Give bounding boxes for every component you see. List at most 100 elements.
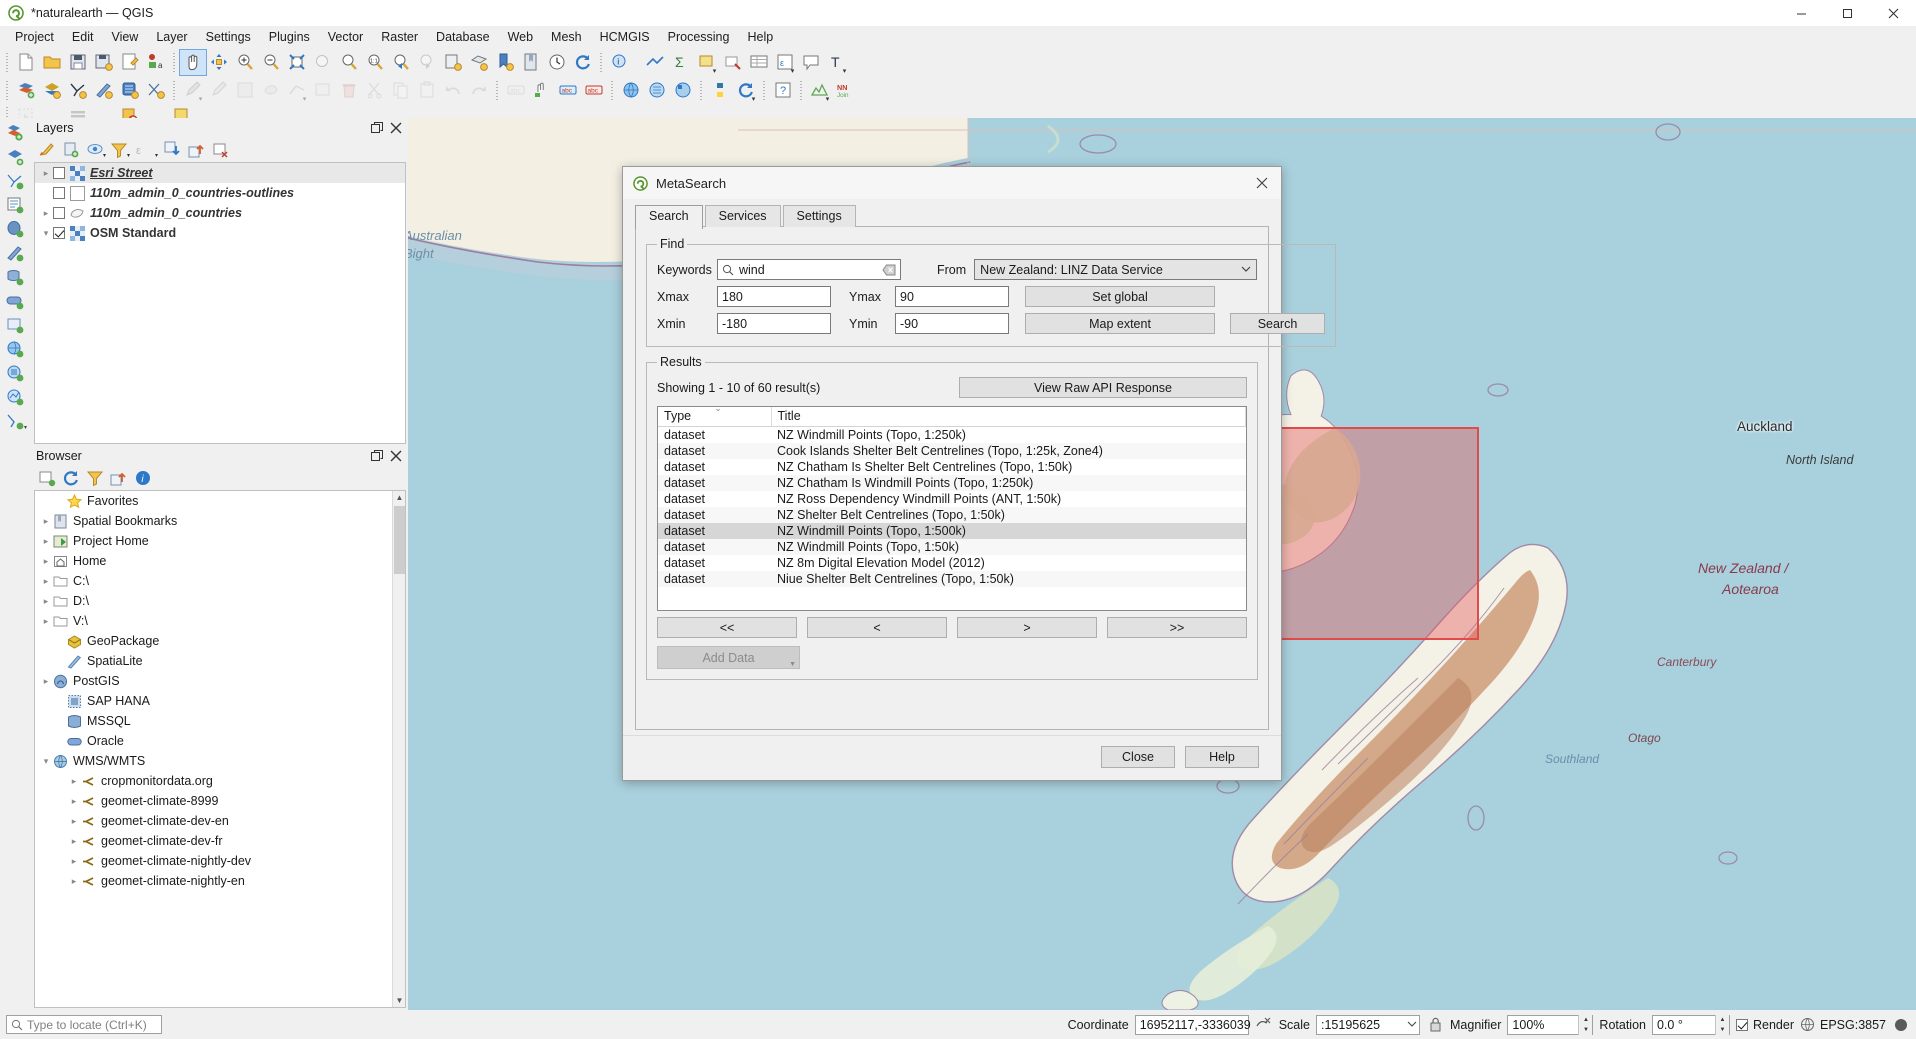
pan-map-button[interactable] bbox=[180, 50, 206, 75]
browser-panel-undock-button[interactable] bbox=[369, 448, 385, 464]
open-layer-styling-panel-button[interactable] bbox=[36, 140, 58, 161]
style-manager-button[interactable]: a bbox=[143, 50, 169, 75]
previous-page-button[interactable]: < bbox=[807, 617, 947, 638]
menu-project[interactable]: Project bbox=[6, 27, 63, 47]
pan-to-selection-button[interactable] bbox=[206, 50, 232, 75]
add-vector-layer-button[interactable] bbox=[13, 78, 39, 103]
measure-line-button[interactable] bbox=[642, 50, 668, 75]
menu-web[interactable]: Web bbox=[499, 27, 542, 47]
table-row[interactable]: datasetCook Islands Shelter Belt Centrel… bbox=[658, 443, 1246, 459]
modify-attributes-button[interactable] bbox=[310, 78, 336, 103]
add-group-button[interactable] bbox=[60, 140, 82, 161]
cut-features-button[interactable] bbox=[362, 78, 388, 103]
filter-legend-by-expression-button[interactable]: ε▾ bbox=[132, 140, 154, 161]
tab-services[interactable]: Services bbox=[705, 205, 781, 227]
expand-arrow-icon[interactable]: ▸ bbox=[39, 576, 53, 587]
table-row[interactable]: datasetNZ Windmill Points (Topo, 1:500k) bbox=[658, 523, 1246, 539]
layer-item-esri-street[interactable]: ▸ Esri Street bbox=[35, 163, 405, 183]
expand-arrow-icon[interactable]: ▸ bbox=[67, 836, 81, 847]
lock-scale-button[interactable] bbox=[1426, 1016, 1444, 1034]
toolbar-grip-10[interactable] bbox=[798, 79, 805, 101]
menu-edit[interactable]: Edit bbox=[63, 27, 103, 47]
open-attribute-table-button[interactable] bbox=[746, 50, 772, 75]
openlayers-plugin-button[interactable] bbox=[670, 78, 696, 103]
layer-item-110m-admin-0-countries[interactable]: ▸ 110m_admin_0_countries bbox=[35, 203, 405, 223]
add-mesh-layer-rail-button[interactable] bbox=[2, 170, 28, 192]
toolbar-grip-7[interactable] bbox=[609, 79, 616, 101]
toggle-extents-button[interactable] bbox=[1255, 1016, 1273, 1034]
render-checkbox-box[interactable] bbox=[1736, 1019, 1748, 1031]
add-spatialite-layer-rail-button[interactable] bbox=[2, 242, 28, 264]
scrollbar-thumb[interactable] bbox=[394, 506, 405, 574]
add-data-button[interactable]: Add Data bbox=[657, 646, 800, 669]
expand-arrow-icon[interactable]: ▸ bbox=[39, 168, 53, 179]
add-feature-button[interactable] bbox=[258, 78, 284, 103]
table-row[interactable]: datasetNZ Chatham Is Shelter Belt Centre… bbox=[658, 459, 1246, 475]
browser-item-oracle[interactable]: Oracle bbox=[35, 731, 405, 751]
add-postgis-layer-rail-button[interactable] bbox=[2, 218, 28, 240]
browser-item-wms-wmts[interactable]: ▾WMS/WMTS bbox=[35, 751, 405, 771]
menu-mesh[interactable]: Mesh bbox=[542, 27, 591, 47]
tab-settings[interactable]: Settings bbox=[783, 205, 856, 227]
toolbar-grip-9[interactable] bbox=[761, 79, 768, 101]
menu-raster[interactable]: Raster bbox=[372, 27, 427, 47]
refresh-map-button[interactable] bbox=[570, 50, 596, 75]
browser-item-d[interactable]: ▸D:\ bbox=[35, 591, 405, 611]
highlight-pinned-labels-button[interactable] bbox=[529, 78, 555, 103]
clear-keywords-button[interactable] bbox=[881, 263, 896, 277]
table-row[interactable]: datasetNZ 8m Digital Elevation Model (20… bbox=[658, 555, 1246, 571]
nnjoin-button[interactable]: NNJoin bbox=[833, 78, 859, 103]
browser-item-geomet-climate-dev-en[interactable]: ▸geomet-climate-dev-en bbox=[35, 811, 405, 831]
collapse-arrow-icon[interactable]: ▾ bbox=[39, 756, 53, 767]
zoom-in-button[interactable] bbox=[232, 50, 258, 75]
add-mssql-layer-rail-button[interactable] bbox=[2, 266, 28, 288]
expand-arrow-icon[interactable]: ▸ bbox=[39, 556, 53, 567]
current-edits-button[interactable]: ▾ bbox=[180, 78, 206, 103]
pin-labels-button[interactable]: abc bbox=[581, 78, 607, 103]
scale-combo[interactable]: :15195625 bbox=[1316, 1015, 1420, 1035]
collapse-arrow-icon[interactable]: ▾ bbox=[39, 228, 53, 239]
expand-arrow-icon[interactable]: ▸ bbox=[39, 516, 53, 527]
table-row[interactable]: datasetNZ Windmill Points (Topo, 1:250k) bbox=[658, 426, 1246, 443]
table-row[interactable]: datasetNiue Shelter Belt Centrelines (To… bbox=[658, 571, 1246, 587]
next-page-button[interactable]: > bbox=[957, 617, 1097, 638]
toolbar-grip-4[interactable] bbox=[4, 79, 11, 101]
browser-item-c[interactable]: ▸C:\ bbox=[35, 571, 405, 591]
filter-browser-button[interactable] bbox=[84, 468, 106, 489]
browser-panel-close-button[interactable] bbox=[388, 448, 404, 464]
browser-item-postgis[interactable]: ▸PostGIS bbox=[35, 671, 405, 691]
browser-item-spatialite[interactable]: SpatiaLite bbox=[35, 651, 405, 671]
menu-plugins[interactable]: Plugins bbox=[260, 27, 319, 47]
add-wms-layer-rail-button[interactable] bbox=[2, 338, 28, 360]
undo-button[interactable] bbox=[440, 78, 466, 103]
geocoding-button[interactable] bbox=[644, 78, 670, 103]
metasearch-dialog[interactable]: MetaSearch Search Services Settings Find… bbox=[622, 166, 1282, 781]
browser-tree[interactable]: Favorites▸Spatial Bookmarks▸Project Home… bbox=[34, 490, 406, 1008]
rotation-spinner[interactable]: ▲▼ bbox=[1715, 1015, 1729, 1035]
add-wcs-layer-rail-button[interactable] bbox=[2, 362, 28, 384]
browser-item-geomet-climate-nightly-dev[interactable]: ▸geomet-climate-nightly-dev bbox=[35, 851, 405, 871]
paste-features-button[interactable] bbox=[414, 78, 440, 103]
layer-visibility-checkbox[interactable] bbox=[53, 207, 65, 219]
collapse-all-button[interactable] bbox=[186, 140, 208, 161]
magnifier-field[interactable]: 100% ▲▼ bbox=[1507, 1015, 1593, 1035]
browser-item-cropmonitordata-org[interactable]: ▸cropmonitordata.org bbox=[35, 771, 405, 791]
scroll-down-icon[interactable]: ▼ bbox=[393, 994, 406, 1007]
change-label-button[interactable]: abc bbox=[555, 78, 581, 103]
show-map-tips-button[interactable] bbox=[798, 50, 824, 75]
locate-input[interactable]: Type to locate (Ctrl+K) bbox=[6, 1015, 162, 1034]
browser-properties-button[interactable]: i bbox=[132, 468, 154, 489]
close-window-button[interactable] bbox=[1870, 0, 1916, 26]
layer-visibility-checkbox[interactable] bbox=[53, 227, 65, 239]
save-project-button[interactable] bbox=[65, 50, 91, 75]
browser-item-spatial-bookmarks[interactable]: ▸Spatial Bookmarks bbox=[35, 511, 405, 531]
table-row[interactable]: datasetNZ Chatham Is Windmill Points (To… bbox=[658, 475, 1246, 491]
expand-arrow-icon[interactable]: ▸ bbox=[39, 208, 53, 219]
table-row[interactable]: datasetNZ Ross Dependency Windmill Point… bbox=[658, 491, 1246, 507]
layers-panel-close-button[interactable] bbox=[388, 120, 404, 136]
last-page-button[interactable]: >> bbox=[1107, 617, 1247, 638]
add-virtual-layer-rail-button[interactable] bbox=[2, 314, 28, 336]
browser-item-favorites[interactable]: Favorites bbox=[35, 491, 405, 511]
expand-arrow-icon[interactable]: ▸ bbox=[67, 856, 81, 867]
zoom-out-button[interactable] bbox=[258, 50, 284, 75]
